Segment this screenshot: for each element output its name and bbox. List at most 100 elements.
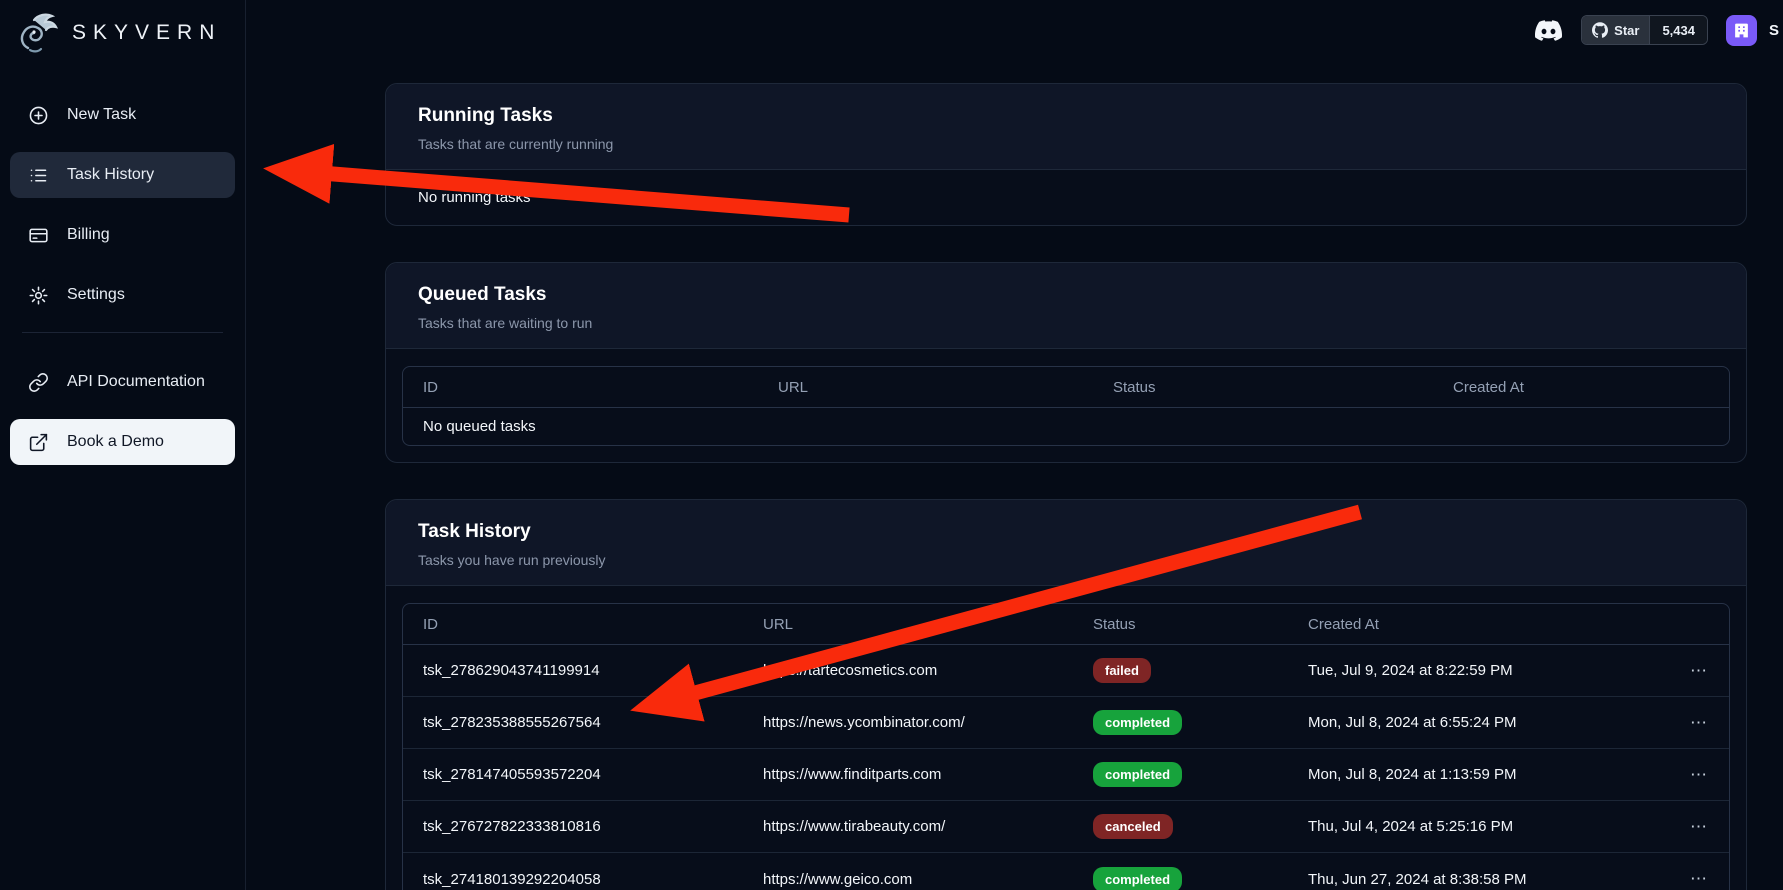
sidebar-item-task-history[interactable]: Task History: [10, 152, 235, 198]
status-badge: completed: [1093, 710, 1182, 735]
running-tasks-card: Running Tasks Tasks that are currently r…: [385, 83, 1747, 226]
task-url: https://www.geico.com: [743, 871, 1073, 888]
sidebar-nav: New Task Task History Billing Settings A…: [0, 92, 245, 465]
task-created-at: Tue, Jul 9, 2024 at 8:22:59 PM: [1288, 662, 1665, 679]
status-badge: failed: [1093, 658, 1151, 683]
history-rows: tsk_278629043741199914https://tartecosme…: [403, 645, 1729, 890]
column-header-status: Status: [1093, 379, 1433, 396]
github-star-label: Star: [1614, 23, 1639, 38]
card-subtitle: Tasks that are currently running: [418, 136, 1714, 152]
card-title: Running Tasks: [418, 105, 1714, 127]
status-badge: completed: [1093, 762, 1182, 787]
discord-icon: [1535, 17, 1562, 44]
task-id: tsk_278235388555267564: [403, 714, 743, 731]
task-created-at: Mon, Jul 8, 2024 at 1:13:59 PM: [1288, 766, 1665, 783]
card-title: Task History: [418, 521, 1714, 543]
table-row[interactable]: tsk_274180139292204058https://www.geico.…: [403, 853, 1729, 890]
status-badge: canceled: [1093, 814, 1173, 839]
column-header-id: ID: [403, 379, 758, 396]
table-row[interactable]: tsk_276727822333810816https://www.tirabe…: [403, 801, 1729, 853]
sidebar-item-label: API Documentation: [67, 373, 205, 391]
sidebar-item-api-documentation[interactable]: API Documentation: [10, 359, 235, 405]
link-icon: [28, 372, 49, 393]
github-star-button[interactable]: Star 5,434: [1581, 15, 1708, 45]
main-content: Running Tasks Tasks that are currently r…: [246, 0, 1783, 890]
row-actions-button[interactable]: ⋯: [1690, 714, 1709, 731]
card-subtitle: Tasks that are waiting to run: [418, 315, 1714, 331]
github-star-count: 5,434: [1649, 16, 1707, 44]
task-url: https://tartecosmetics.com: [743, 662, 1073, 679]
task-id: tsk_276727822333810816: [403, 818, 743, 835]
sidebar-item-label: New Task: [67, 106, 136, 124]
profile-name-partial: S: [1769, 22, 1781, 39]
task-status-cell: completed: [1073, 762, 1288, 787]
task-status-cell: canceled: [1073, 814, 1288, 839]
task-history-card: Task History Tasks you have run previous…: [385, 499, 1747, 890]
external-link-icon: [28, 432, 49, 453]
logo[interactable]: SKYVERN: [0, 0, 245, 66]
task-history-header: Task History Tasks you have run previous…: [386, 500, 1746, 586]
task-actions-cell: ⋯: [1665, 714, 1729, 732]
task-actions-cell: ⋯: [1665, 870, 1729, 888]
row-actions-button[interactable]: ⋯: [1690, 766, 1709, 783]
task-created-at: Thu, Jun 27, 2024 at 8:38:58 PM: [1288, 871, 1665, 888]
plus-circle-icon: [28, 105, 49, 126]
sidebar-divider: [22, 332, 223, 333]
task-status-cell: failed: [1073, 658, 1288, 683]
running-tasks-header: Running Tasks Tasks that are currently r…: [386, 84, 1746, 170]
task-actions-cell: ⋯: [1665, 818, 1729, 836]
sidebar-item-label: Book a Demo: [67, 433, 164, 451]
task-actions-cell: ⋯: [1665, 766, 1729, 784]
list-icon: [28, 165, 49, 186]
task-id: tsk_274180139292204058: [403, 871, 743, 888]
column-header-url: URL: [743, 616, 1073, 633]
column-header-url: URL: [758, 379, 1093, 396]
table-row[interactable]: tsk_278629043741199914https://tartecosme…: [403, 645, 1729, 697]
card-subtitle: Tasks you have run previously: [418, 552, 1714, 568]
row-actions-button[interactable]: ⋯: [1690, 662, 1709, 679]
sidebar-item-new-task[interactable]: New Task: [10, 92, 235, 138]
discord-button[interactable]: [1533, 15, 1563, 45]
github-icon: [1592, 22, 1608, 38]
card-title: Queued Tasks: [418, 284, 1714, 306]
task-url: https://www.finditparts.com: [743, 766, 1073, 783]
sidebar-item-book-a-demo[interactable]: Book a Demo: [10, 419, 235, 465]
task-url: https://www.tirabeauty.com/: [743, 818, 1073, 835]
queued-tasks-empty: No queued tasks: [403, 408, 1729, 445]
queued-tasks-card: Queued Tasks Tasks that are waiting to r…: [385, 262, 1747, 463]
table-row[interactable]: tsk_278235388555267564https://news.ycomb…: [403, 697, 1729, 749]
task-created-at: Mon, Jul 8, 2024 at 6:55:24 PM: [1288, 714, 1665, 731]
task-actions-cell: ⋯: [1665, 662, 1729, 680]
column-header-created-at: Created At: [1433, 379, 1729, 396]
task-created-at: Thu, Jul 4, 2024 at 5:25:16 PM: [1288, 818, 1665, 835]
task-status-cell: completed: [1073, 867, 1288, 890]
queued-tasks-header: Queued Tasks Tasks that are waiting to r…: [386, 263, 1746, 349]
task-url: https://news.ycombinator.com/: [743, 714, 1073, 731]
table-row[interactable]: tsk_278147405593572204https://www.findit…: [403, 749, 1729, 801]
sidebar-item-settings[interactable]: Settings: [10, 272, 235, 318]
row-actions-button[interactable]: ⋯: [1690, 870, 1709, 887]
table-header-row: ID URL Status Created At: [403, 367, 1729, 408]
organization-icon: [1733, 22, 1750, 39]
sidebar: SKYVERN New Task Task History Billing Se…: [0, 0, 246, 890]
sidebar-item-label: Task History: [67, 166, 154, 184]
task-id: tsk_278629043741199914: [403, 662, 743, 679]
topbar: Star 5,434 S: [246, 0, 1783, 60]
status-badge: completed: [1093, 867, 1182, 890]
avatar[interactable]: [1726, 15, 1757, 46]
running-tasks-empty: No running tasks: [386, 170, 1746, 225]
task-history-table: ID URL Status Created At tsk_27862904374…: [402, 603, 1730, 890]
queued-tasks-table: ID URL Status Created At No queued tasks: [402, 366, 1730, 446]
brand-name: SKYVERN: [72, 21, 221, 45]
sidebar-item-billing[interactable]: Billing: [10, 212, 235, 258]
column-header-created-at: Created At: [1288, 616, 1665, 633]
sidebar-item-label: Billing: [67, 226, 110, 244]
column-header-id: ID: [403, 616, 743, 633]
task-id: tsk_278147405593572204: [403, 766, 743, 783]
gear-icon: [28, 285, 49, 306]
sidebar-item-label: Settings: [67, 286, 125, 304]
column-header-status: Status: [1073, 616, 1288, 633]
row-actions-button[interactable]: ⋯: [1690, 818, 1709, 835]
task-status-cell: completed: [1073, 710, 1288, 735]
skyvern-dragon-icon: [14, 10, 62, 56]
